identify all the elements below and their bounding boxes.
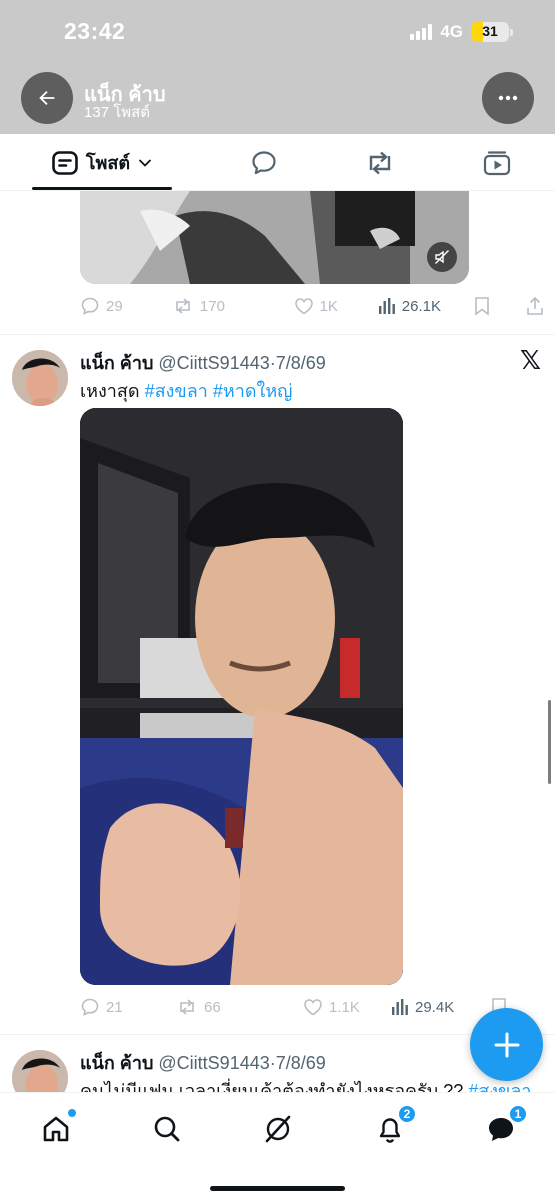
repost-icon: [369, 151, 391, 174]
tweet-photo[interactable]: [80, 408, 403, 985]
hashtag-link[interactable]: #สงขลา: [145, 381, 208, 401]
tab-replies[interactable]: [244, 134, 284, 191]
unread-dot: [68, 1109, 76, 1117]
arrow-left-icon: [39, 90, 55, 106]
profile-header: 23:42 4G 31 แน็ก ค้าบ 137 โพสต์: [0, 0, 555, 134]
repost-icon: [180, 999, 194, 1015]
view-count: 26.1K: [401, 297, 441, 315]
reply-icon: [81, 998, 99, 1016]
like-count: 1.1K: [329, 998, 360, 1016]
repost-button[interactable]: 170: [172, 297, 294, 315]
bar-chart-icon: [392, 999, 408, 1015]
avatar-image: [12, 350, 68, 406]
tweet-actions: 21 66 1.1K 29.4K: [80, 992, 545, 1022]
compose-button[interactable]: [470, 1008, 543, 1081]
mute-button[interactable]: [427, 242, 457, 272]
search-icon: [154, 1116, 180, 1142]
scrollbar[interactable]: [548, 700, 551, 784]
reply-icon: [81, 297, 99, 315]
like-count: 1K: [319, 297, 338, 315]
status-time: 23:42: [64, 18, 126, 44]
battery-icon: 31: [471, 22, 513, 42]
tweet-date: ·7/8/69: [269, 353, 326, 373]
ellipsis-icon: [498, 95, 518, 101]
video-frame: [80, 191, 469, 284]
tweet-body: เหงาสุด: [80, 381, 140, 401]
view-count: 29.4K: [415, 998, 455, 1016]
hashtag-link[interactable]: #หาดใหญ่: [213, 381, 293, 401]
bar-chart-icon: [378, 298, 395, 314]
reply-button[interactable]: 29: [80, 296, 172, 316]
like-button[interactable]: 1K: [294, 297, 378, 315]
bookmark-icon: [474, 297, 489, 316]
x-logo-icon: 𝕏: [520, 345, 541, 375]
video-icon: [483, 150, 511, 175]
tweet-divider: [0, 334, 555, 335]
author-name[interactable]: แน็ก ค้าบ: [80, 353, 153, 373]
nav-search[interactable]: [149, 1111, 185, 1147]
network-type: 4G: [440, 22, 463, 41]
repost-icon: [176, 298, 190, 314]
speech-bubble-icon: [252, 150, 276, 174]
bookmark-button[interactable]: [474, 296, 512, 316]
author-handle[interactable]: @CiittS91443: [158, 353, 269, 373]
chevron-down-icon: [138, 158, 152, 167]
tab-posts[interactable]: โพสต์: [32, 134, 172, 191]
battery-level: 31: [482, 23, 498, 39]
reply-count: 21: [106, 998, 123, 1016]
heart-icon: [294, 298, 313, 315]
profile-tabs: โพสต์: [0, 134, 555, 191]
home-icon: [43, 1116, 69, 1142]
status-indicators: 4G 31: [410, 22, 513, 42]
bottom-nav: 2 1: [0, 1092, 555, 1200]
post-count: 137 โพสต์: [84, 104, 151, 121]
tab-posts-label: โพสต์: [85, 153, 131, 173]
avatar[interactable]: [12, 350, 68, 406]
messages-badge: 1: [509, 1105, 527, 1123]
views-button[interactable]: 26.1K: [378, 297, 474, 315]
heart-icon: [304, 999, 322, 1016]
tweet-text: เหงาสุด #สงขลา #หาดใหญ่: [80, 376, 293, 405]
tweet-date: ·7/8/69: [269, 1053, 326, 1073]
tweet-header: แน็ก ค้าบ @CiittS91443·7/8/69: [80, 1048, 326, 1077]
plus-icon: [494, 1032, 519, 1057]
nav-home[interactable]: [38, 1109, 76, 1147]
reply-count: 29: [106, 297, 123, 315]
like-button[interactable]: 1.1K: [303, 998, 391, 1016]
repost-count: 66: [204, 998, 221, 1016]
author-handle[interactable]: @CiittS91443: [158, 1053, 269, 1073]
nav-grok[interactable]: [260, 1111, 296, 1147]
home-indicator: [210, 1186, 345, 1191]
photo-image: [80, 408, 403, 985]
back-button[interactable]: [21, 72, 73, 124]
share-button[interactable]: [526, 296, 545, 316]
post-icon: [52, 150, 78, 175]
previous-tweet-actions: 29 170 1K 26.1K: [80, 291, 545, 321]
share-icon: [527, 296, 543, 315]
views-button[interactable]: 29.4K: [391, 998, 491, 1016]
repost-button[interactable]: 66: [176, 998, 303, 1016]
more-button[interactable]: [482, 72, 534, 124]
nav-messages[interactable]: 1: [483, 1105, 527, 1147]
muted-speaker-icon: [435, 250, 449, 264]
nav-notifications[interactable]: 2: [372, 1105, 416, 1147]
tweet-header: แน็ก ค้าบ @CiittS91443·7/8/69: [80, 348, 326, 377]
tab-reposts[interactable]: [360, 134, 400, 191]
signal-icon: [410, 24, 433, 40]
tab-media[interactable]: [477, 134, 517, 191]
grok-icon: [265, 1115, 291, 1143]
notification-badge: 2: [398, 1105, 416, 1123]
repost-count: 170: [199, 297, 225, 315]
active-tab-indicator: [32, 187, 172, 190]
previous-tweet-video[interactable]: [80, 191, 469, 284]
author-name[interactable]: แน็ก ค้าบ: [80, 1053, 153, 1073]
reply-button[interactable]: 21: [80, 997, 176, 1017]
